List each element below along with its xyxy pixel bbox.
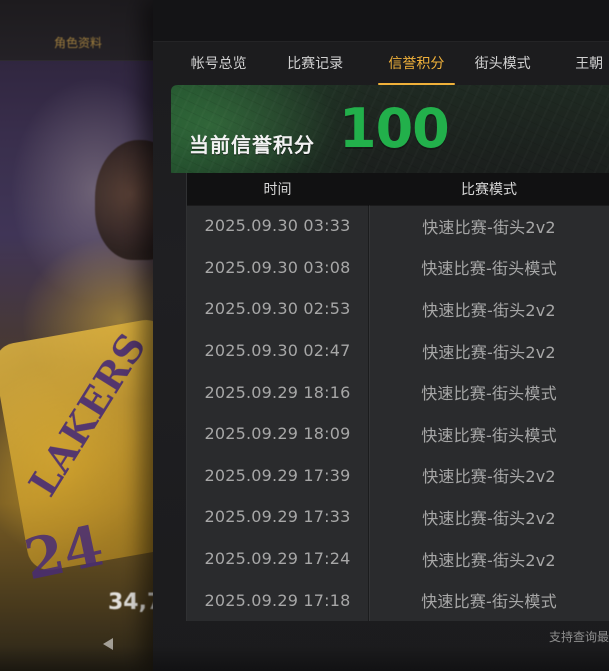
table-cell-time: 2025.09.29 17:24 xyxy=(204,549,351,569)
table-cell-mode: 快速比赛-街头2v2 xyxy=(422,300,556,320)
table-cell-mode: 快速比赛-街头2v2 xyxy=(422,342,556,362)
background-player-card: 角色资料 LAKERS 24 34,7 xyxy=(0,0,204,671)
tab-street-mode[interactable]: 街头模式 xyxy=(473,41,532,85)
table-row: 2025.09.29 17:39 快速比赛-街头2v2 xyxy=(187,455,609,497)
left-arrow-icon[interactable] xyxy=(103,638,113,650)
panel-top-cap xyxy=(153,0,609,42)
background-card-top-strip xyxy=(0,0,175,61)
table-cell-mode: 快速比赛-街头2v2 xyxy=(422,508,556,528)
table-cell-time: 2025.09.30 03:33 xyxy=(204,216,351,236)
table-cell-time: 2025.09.29 17:33 xyxy=(204,507,351,527)
table-cell-time: 2025.09.29 17:18 xyxy=(204,590,351,610)
table-row: 2025.09.30 02:53 快速比赛-街头2v2 xyxy=(187,288,609,330)
profile-panel: 帐号总览 比赛记录 信誉积分 街头模式 王朝 当前信誉积分 100 时间 比赛模… xyxy=(153,0,609,671)
table-header: 时间 比赛模式 xyxy=(187,173,609,206)
table-header-mode: 比赛模式 xyxy=(461,182,517,198)
table-cell-time: 2025.09.29 18:09 xyxy=(204,424,351,444)
table-row: 2025.09.29 18:16 快速比赛-街头模式 xyxy=(187,371,609,413)
credit-history-table: 时间 比赛模式 2025.09.30 03:33 快速比赛-街头2v2 2025… xyxy=(186,173,609,621)
app-root: 角色资料 LAKERS 24 34,7 帐号总览 比赛记录 信誉积分 街头模式 … xyxy=(0,0,609,671)
table-body: 2025.09.30 03:33 快速比赛-街头2v2 2025.09.30 0… xyxy=(187,205,609,621)
table-cell-mode: 快速比赛-街头模式 xyxy=(421,425,557,445)
table-row: 2025.09.29 17:18 快速比赛-街头模式 xyxy=(187,579,609,621)
table-cell-time: 2025.09.30 03:08 xyxy=(204,257,351,277)
credit-score-value: 100 xyxy=(339,97,450,160)
table-row: 2025.09.30 03:33 快速比赛-街头2v2 xyxy=(187,205,609,247)
tab-match-records[interactable]: 比赛记录 xyxy=(285,41,344,85)
table-row: 2025.09.29 18:09 快速比赛-街头模式 xyxy=(187,413,609,455)
table-cell-time: 2025.09.29 17:39 xyxy=(204,465,351,485)
table-cell-time: 2025.09.29 18:16 xyxy=(204,382,351,402)
table-cell-mode: 快速比赛-街头2v2 xyxy=(422,550,556,570)
table-row: 2025.09.30 03:08 快速比赛-街头模式 xyxy=(187,247,609,289)
table-cell-mode: 快速比赛-街头模式 xyxy=(421,384,557,404)
credit-hero: 当前信誉积分 100 xyxy=(171,85,609,173)
table-header-time: 时间 xyxy=(263,182,292,198)
tab-dynasty[interactable]: 王朝 xyxy=(569,41,609,85)
tab-account-overview[interactable]: 帐号总览 xyxy=(189,41,248,85)
table-cell-time: 2025.09.30 02:47 xyxy=(204,341,351,361)
table-row: 2025.09.29 17:24 快速比赛-街头2v2 xyxy=(187,538,609,580)
tab-credit-score[interactable]: 信誉积分 xyxy=(377,41,456,85)
background-card-top-label: 角色资料 xyxy=(54,36,103,50)
panel-tabs: 帐号总览 比赛记录 信誉积分 街头模式 王朝 xyxy=(153,41,609,85)
table-cell-time: 2025.09.30 02:53 xyxy=(204,299,351,319)
table-row: 2025.09.30 02:47 快速比赛-街头2v2 xyxy=(187,330,609,372)
query-support-note: 支持查询最 xyxy=(548,630,609,644)
credit-label: 当前信誉积分 xyxy=(189,133,315,157)
table-cell-mode: 快速比赛-街头2v2 xyxy=(422,467,556,487)
table-cell-mode: 快速比赛-街头模式 xyxy=(421,592,557,612)
table-cell-mode: 快速比赛-街头模式 xyxy=(421,259,557,279)
table-row: 2025.09.29 17:33 快速比赛-街头2v2 xyxy=(187,496,609,538)
table-cell-mode: 快速比赛-街头2v2 xyxy=(422,217,556,237)
